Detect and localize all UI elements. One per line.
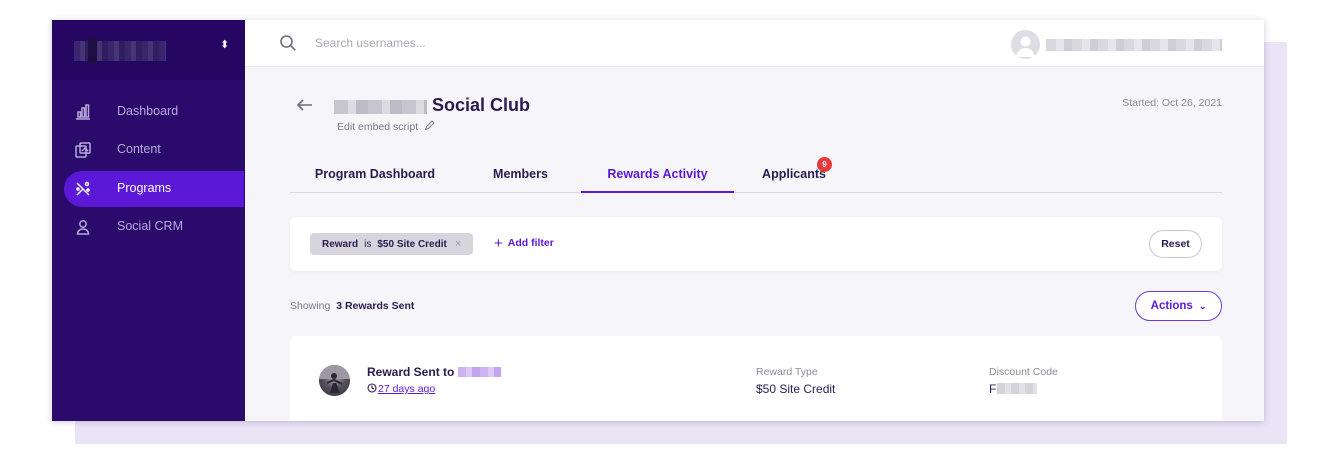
chevron-down-icon: ⌄ (1198, 301, 1207, 311)
user-avatar[interactable] (1011, 30, 1040, 59)
showing-label: Showing (290, 300, 331, 312)
sidebar-item-content[interactable]: Content (64, 132, 244, 168)
recipient-avatar (319, 365, 350, 396)
reward-type-label: Reward Type (756, 366, 818, 378)
search-input[interactable] (315, 32, 615, 54)
add-filter-button[interactable]: + Add filter (494, 235, 554, 252)
reward-type-value: $50 Site Credit (756, 382, 836, 396)
tab-program-dashboard[interactable]: Program Dashboard (290, 153, 460, 193)
actions-label: Actions (1150, 300, 1193, 312)
edit-embed-link[interactable]: Edit embed script (337, 120, 435, 133)
reward-list-item: Reward Sent to 27 days ago Reward Type $… (290, 336, 1222, 421)
workspace-switcher-icon[interactable]: ⬍ (220, 40, 229, 51)
results-count: 3 Rewards Sent (336, 300, 415, 312)
filter-value: $50 Site Credit (377, 239, 447, 250)
plus-icon: + (494, 235, 503, 252)
person-icon (76, 220, 90, 235)
program-start-date: Started: Oct 26, 2021 (1122, 97, 1222, 109)
discount-code-value: F (989, 382, 1038, 396)
filter-bar: Reward is $50 Site Credit × + Add filter Res… (290, 217, 1222, 271)
back-arrow-icon[interactable] (296, 98, 314, 112)
page-title: Social Club (432, 95, 531, 115)
sidebar-item-label: Dashboard (117, 104, 179, 118)
sidebar-item-dashboard[interactable]: Dashboard (64, 94, 244, 130)
programs-icon (76, 181, 90, 196)
tab-applicants[interactable]: Applicants 9 (734, 153, 854, 193)
brand-logo (74, 38, 166, 63)
bar-chart-icon (76, 104, 90, 120)
content-icon (75, 142, 91, 158)
tab-label: Program Dashboard (314, 167, 436, 181)
reward-time-text: 27 days ago (378, 383, 436, 395)
filter-operator: is (364, 239, 372, 250)
actions-dropdown-button[interactable]: Actions ⌄ (1135, 291, 1222, 321)
pencil-icon (424, 120, 435, 131)
sidebar-item-label: Social CRM (117, 219, 183, 233)
results-summary: Showing 3 Rewards Sent (290, 300, 414, 312)
recipient-username-redacted[interactable] (458, 367, 502, 377)
avatar-placeholder-icon (1016, 36, 1035, 57)
tab-members[interactable]: Members (460, 153, 581, 193)
top-bar (245, 20, 1264, 67)
user-name-redacted[interactable] (1046, 39, 1222, 51)
discount-code-prefix: F (989, 382, 997, 396)
brand-header: ⬍ (52, 20, 245, 80)
filter-field: Reward (322, 239, 359, 250)
sidebar-item-label: Content (117, 142, 161, 156)
search-icon (280, 35, 296, 51)
program-name-redacted (334, 100, 427, 114)
filter-chip[interactable]: Reward is $50 Site Credit × (310, 233, 474, 255)
reset-button[interactable]: Reset (1149, 230, 1202, 258)
sidebar-item-programs[interactable]: Programs (64, 171, 244, 207)
discount-code-label: Discount Code (989, 366, 1058, 378)
sidebar: ⬍ Dashboard Content Programs Social CRM (52, 20, 245, 421)
tab-label: Members (493, 167, 548, 181)
sidebar-item-label: Programs (117, 181, 172, 195)
discount-code-redacted (997, 383, 1038, 394)
program-tabs: Program Dashboard Members Rewards Activi… (290, 153, 1222, 193)
reward-title: Reward Sent to (367, 365, 502, 379)
edit-embed-label: Edit embed script (337, 121, 419, 133)
reward-timestamp-link[interactable]: 27 days ago (367, 383, 435, 395)
recipient-photo (319, 365, 350, 393)
remove-filter-icon[interactable]: × (455, 238, 461, 250)
reward-title-text: Reward Sent to (367, 365, 455, 379)
tab-label: Applicants (762, 167, 826, 181)
applicants-count-badge: 9 (817, 157, 832, 172)
sidebar-item-social-crm[interactable]: Social CRM (64, 209, 244, 245)
app-window: ⬍ Dashboard Content Programs Social CRM (52, 20, 1264, 421)
add-filter-label: Add filter (507, 237, 554, 249)
clock-icon (367, 383, 377, 393)
tab-label: Rewards Activity (607, 167, 708, 181)
tab-rewards-activity[interactable]: Rewards Activity (581, 153, 734, 193)
